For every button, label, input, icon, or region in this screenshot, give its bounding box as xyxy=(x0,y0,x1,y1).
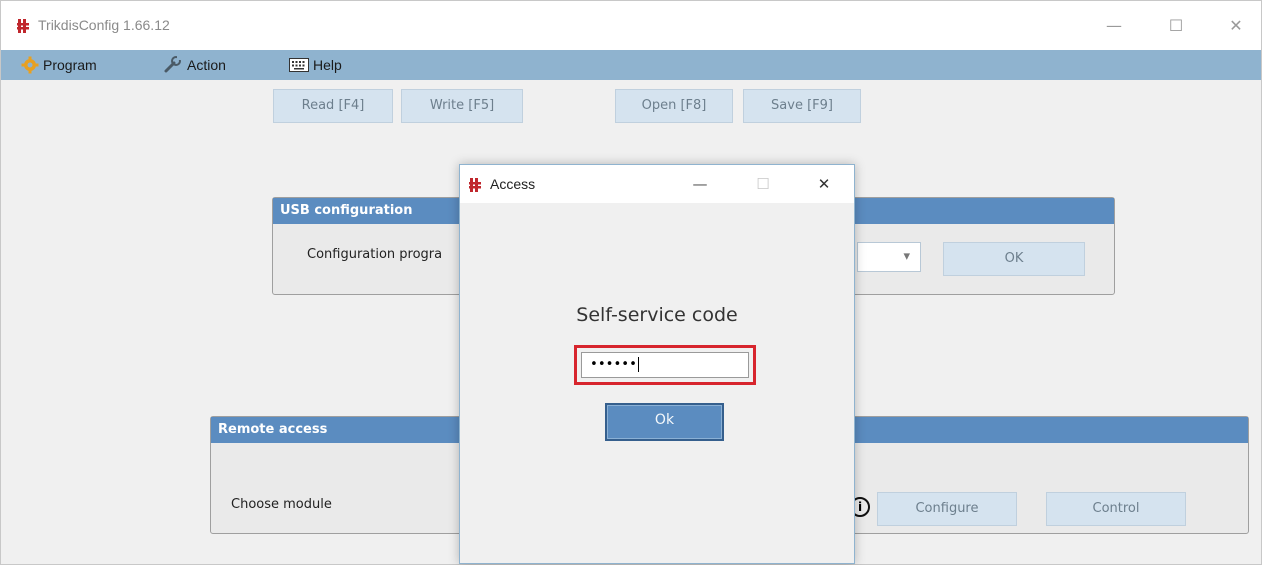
menu-help-label: Help xyxy=(313,57,342,73)
code-input-value: •••••• xyxy=(590,357,637,372)
chevron-down-icon: ▾ xyxy=(903,249,910,264)
gear-icon xyxy=(21,56,39,74)
save-button[interactable]: Save [F9] xyxy=(743,89,861,123)
dialog-title-bar: Access — ☐ ✕ xyxy=(460,165,854,203)
configuration-program-dropdown[interactable]: ▾ xyxy=(857,242,921,272)
configuration-program-label: Configuration progra xyxy=(307,247,443,262)
dialog-maximize-button: ☐ xyxy=(756,175,770,193)
trikdis-logo-icon xyxy=(17,19,29,33)
open-button[interactable]: Open [F8] xyxy=(615,89,733,123)
code-input-highlight: •••••• xyxy=(574,345,756,385)
dialog-title: Access xyxy=(490,176,536,192)
menu-bar: Program Action Help xyxy=(1,50,1261,80)
window-title: TrikdisConfig 1.66.12 xyxy=(38,17,170,33)
keyboard-icon xyxy=(289,58,309,72)
close-button[interactable]: ✕ xyxy=(1213,11,1259,41)
access-dialog: Access — ☐ ✕ Self-service code •••••• Ok xyxy=(459,164,855,564)
dialog-close-button[interactable]: ✕ xyxy=(804,169,844,199)
menu-action-label: Action xyxy=(187,57,226,73)
self-service-code-input[interactable]: •••••• xyxy=(581,352,749,378)
text-caret xyxy=(637,357,639,372)
read-button[interactable]: Read [F4] xyxy=(273,89,393,123)
write-button[interactable]: Write [F5] xyxy=(401,89,523,123)
maximize-button[interactable]: ☐ xyxy=(1153,11,1199,41)
usb-ok-button[interactable]: OK xyxy=(943,242,1085,276)
self-service-code-label: Self-service code xyxy=(576,304,738,326)
dialog-minimize-button[interactable]: — xyxy=(680,169,720,199)
configure-button[interactable]: Configure xyxy=(877,492,1017,526)
dialog-ok-button[interactable]: Ok xyxy=(605,403,724,441)
menu-action[interactable]: Action xyxy=(163,50,226,80)
menu-program[interactable]: Program xyxy=(21,50,97,80)
wrench-icon xyxy=(164,56,181,73)
menu-program-label: Program xyxy=(43,57,97,73)
main-window: TrikdisConfig 1.66.12 — ☐ ✕ Program Acti… xyxy=(0,0,1262,565)
trikdis-logo-icon xyxy=(469,178,481,192)
control-button[interactable]: Control xyxy=(1046,492,1186,526)
minimize-button[interactable]: — xyxy=(1091,11,1137,41)
choose-module-label: Choose module xyxy=(231,497,332,512)
menu-help[interactable]: Help xyxy=(289,50,342,80)
title-bar: TrikdisConfig 1.66.12 — ☐ ✕ xyxy=(1,1,1261,50)
